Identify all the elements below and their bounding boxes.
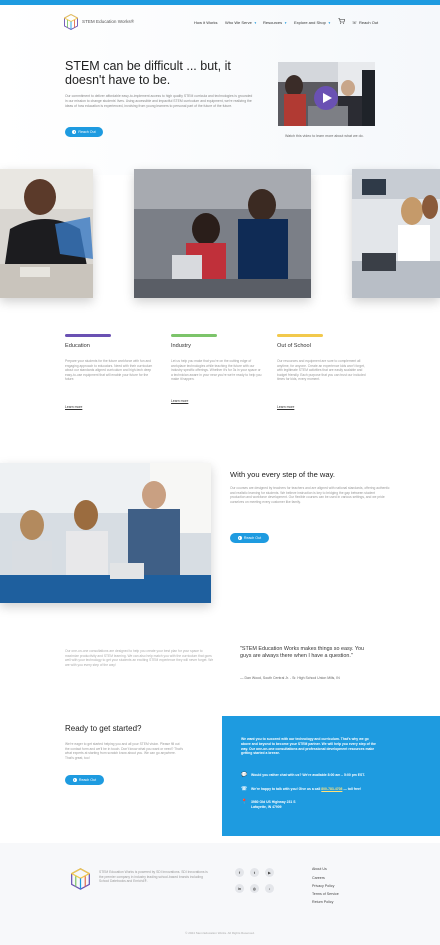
footer-link-about-us[interactable]: About Us	[312, 867, 327, 871]
pillar-title-out-of-school: Out of School	[277, 343, 311, 349]
photo-teacher-students	[0, 463, 211, 603]
testimonial-quote: "STEM Education Works makes things so ea…	[240, 646, 364, 659]
hero-description: Our commitment to deliver affordable eas…	[65, 94, 253, 108]
play-button[interactable]	[314, 86, 338, 110]
pillar-title-industry: Industry	[171, 343, 191, 349]
nav-how-it-works[interactable]: How it Works	[194, 20, 217, 25]
nav-who-we-serve[interactable]: Who We Serve ▼	[225, 20, 257, 25]
footer-link-terms-of-service[interactable]: Terms of Service	[312, 892, 339, 896]
chat-row[interactable]: 💬 Would you rather chat with us? We're a…	[241, 773, 365, 778]
chevron-down-icon: ▼	[284, 21, 288, 25]
footer	[0, 843, 440, 945]
photo-student-robotics	[0, 169, 93, 298]
tiktok-icon[interactable]: ♪	[265, 884, 274, 893]
out-of-school-accent-bar	[277, 334, 323, 337]
twitter-icon[interactable]: t	[250, 868, 259, 877]
nav-reach-out[interactable]: ☏ Reach Out	[352, 20, 378, 25]
pillar-title-education: Education	[65, 343, 90, 349]
phone-row[interactable]: ☏ We're happy to talk with you! Give us …	[241, 787, 361, 792]
cta-title: Ready to get started?	[65, 724, 142, 733]
pillar-body-out-of-school: Our resources and equipment are sure to …	[277, 359, 366, 382]
photo-students-laptop	[352, 169, 440, 298]
out-of-school-learn-more-link[interactable]: Learn more	[277, 405, 294, 409]
arrow-right-icon	[72, 130, 77, 134]
facebook-icon[interactable]: f	[235, 868, 244, 877]
footer-logo-icon[interactable]	[71, 868, 90, 890]
cta-reach-out-button[interactable]: Reach Out	[65, 775, 104, 785]
phone-icon: ☏	[352, 20, 358, 25]
testimonial-author: — Dan Wood, South Central Jr. - Sr. High…	[240, 676, 340, 680]
logo-icon[interactable]	[64, 14, 78, 30]
footer-description: STEM Education Works is powered by SDI I…	[99, 870, 208, 884]
step-section-description: Our courses are designed by teachers for…	[230, 486, 390, 504]
footer-link-return-policy[interactable]: Return Policy	[312, 900, 333, 904]
education-accent-bar	[65, 334, 111, 337]
cart-icon[interactable]	[338, 18, 345, 24]
instagram-icon[interactable]: ◎	[250, 884, 259, 893]
footer-link-privacy-policy[interactable]: Privacy Policy	[312, 884, 334, 888]
step-section-title: With you every step of the way.	[230, 470, 335, 479]
nav-explore-and-shop[interactable]: Explore and Shop ▼	[294, 20, 331, 25]
hero-title: STEM can be difficult ... but, it doesn'…	[65, 59, 231, 87]
pillar-body-industry: Let us help you make that you're on the …	[171, 359, 262, 382]
contact-panel-text: We want you to succeed with our technolo…	[241, 737, 376, 756]
chevron-down-icon: ▼	[253, 21, 257, 25]
map-pin-icon: 📍	[241, 799, 248, 805]
pillar-body-education: Prepare your students for the future wor…	[65, 359, 153, 382]
footer-link-careers[interactable]: Careers	[312, 876, 325, 880]
cta-description: We're eager to get started helping you a…	[65, 742, 184, 760]
step-reach-out-button[interactable]: Reach Out	[230, 533, 269, 543]
brand-name[interactable]: STEM Education Works®	[82, 19, 134, 24]
copyright: © 2024 Stem Education Works. All Rights …	[185, 931, 255, 935]
industry-accent-bar	[171, 334, 217, 337]
youtube-icon[interactable]: ▶	[265, 868, 274, 877]
nav-resources[interactable]: Resources ▼	[263, 20, 287, 25]
address-row: 📍 3980 Old US Highway 231 S Lafayette, IN…	[241, 799, 296, 809]
arrow-right-icon	[72, 778, 77, 782]
chat-icon: 💬	[241, 772, 248, 778]
phone-icon: ☏	[241, 786, 248, 792]
chevron-down-icon: ▼	[327, 21, 331, 25]
photo-classroom-robot	[134, 169, 311, 298]
arrow-right-icon	[237, 536, 242, 540]
education-learn-more-link[interactable]: Learn more	[65, 405, 82, 409]
consultation-description: Our one-on-one consultations are designe…	[65, 649, 214, 667]
phone-number-link[interactable]: 800-783-4708	[321, 787, 342, 791]
linkedin-icon[interactable]: in	[235, 884, 244, 893]
video-caption: Watch this video to learn more about wha…	[285, 134, 364, 138]
hero-reach-out-button[interactable]: Reach Out	[65, 127, 103, 137]
industry-learn-more-link[interactable]: Learn more	[171, 399, 188, 403]
